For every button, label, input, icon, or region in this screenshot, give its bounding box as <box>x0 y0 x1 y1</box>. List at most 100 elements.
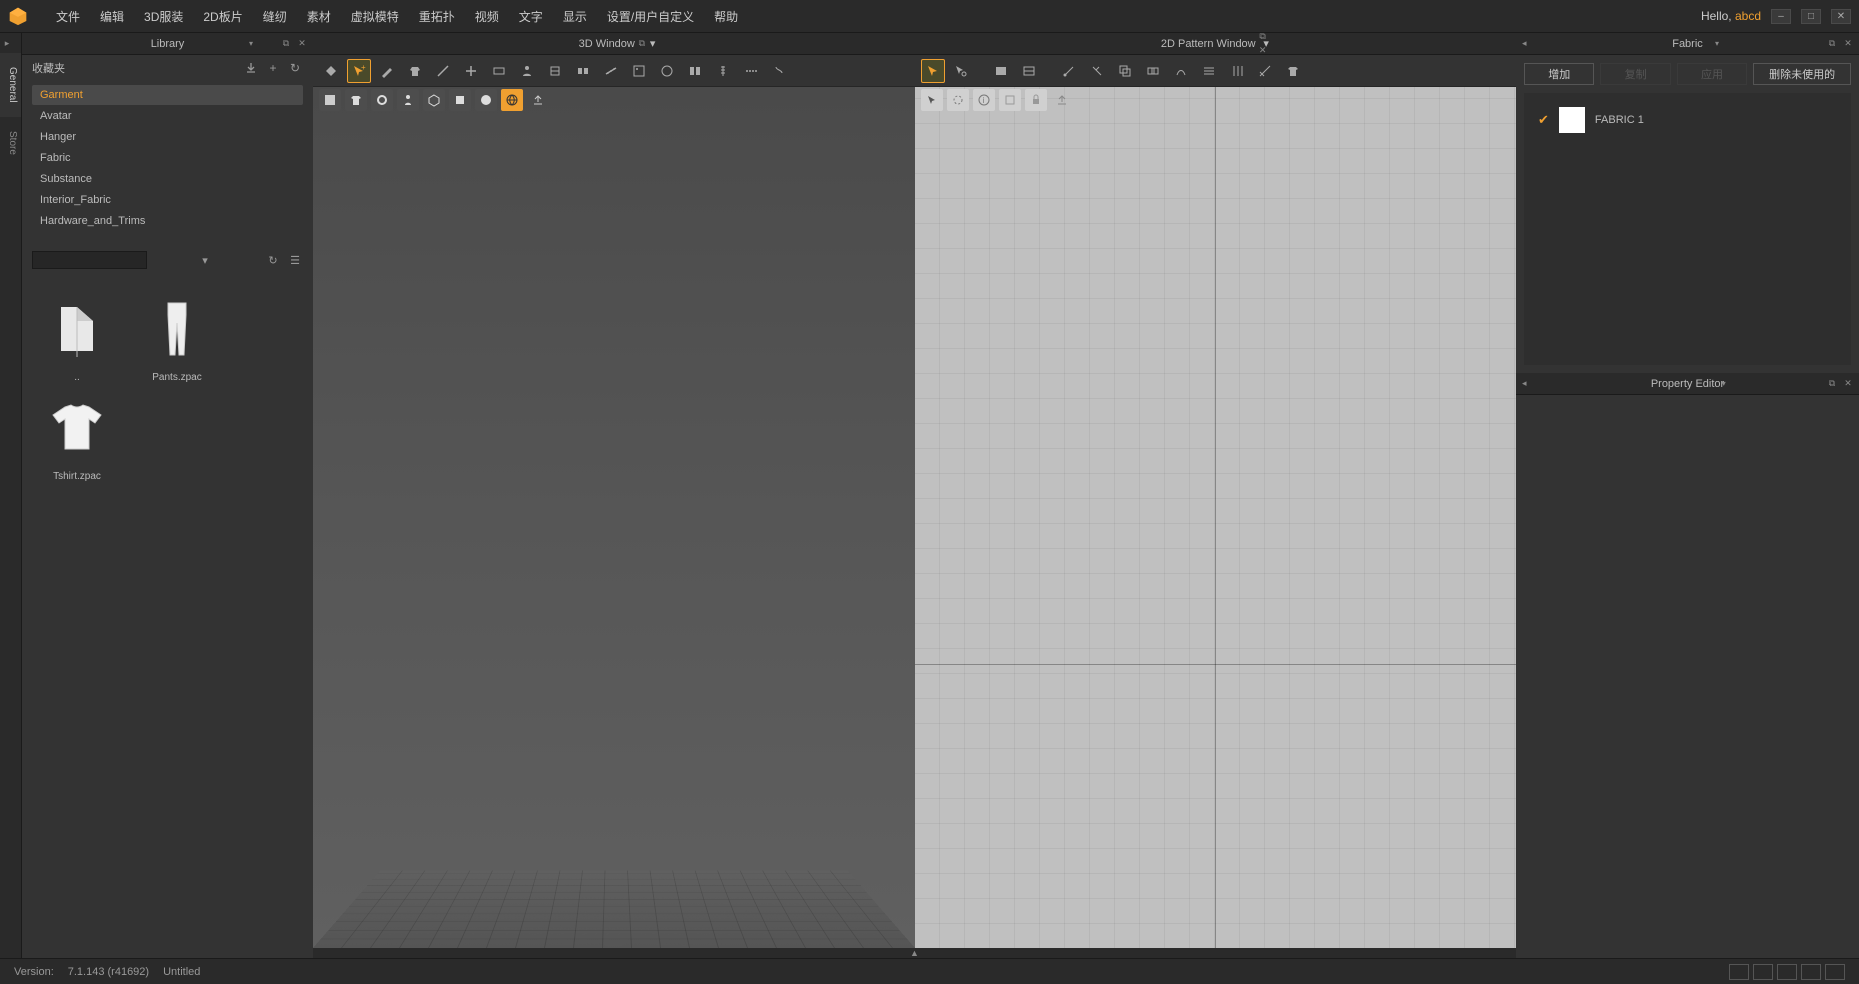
side-expand-icon[interactable]: ▸ <box>0 33 14 53</box>
menu-video[interactable]: 视频 <box>465 2 509 31</box>
edit-pattern-icon[interactable] <box>921 59 945 83</box>
layout-5-icon[interactable] <box>1825 964 1845 980</box>
edit-pin-icon[interactable] <box>375 59 399 83</box>
menu-edit[interactable]: 编辑 <box>90 2 134 31</box>
minimize-button[interactable]: ‒ <box>1771 9 1791 24</box>
fabric-swatch[interactable] <box>1559 107 1585 133</box>
fabric-add-button[interactable]: 增加 <box>1524 63 1594 85</box>
layout-4-icon[interactable] <box>1801 964 1821 980</box>
notch-icon[interactable] <box>1141 59 1165 83</box>
pattern-display-icon[interactable] <box>921 89 943 111</box>
property-dropdown-icon[interactable]: ▾ <box>1722 379 1799 388</box>
topstitch-icon[interactable] <box>739 59 763 83</box>
menu-display[interactable]: 显示 <box>553 2 597 31</box>
texture-3d-icon[interactable] <box>627 59 651 83</box>
layout-3-icon[interactable] <box>1777 964 1797 980</box>
line-tool-icon[interactable] <box>431 59 455 83</box>
surface-icon[interactable] <box>319 89 341 111</box>
2d-dropdown-icon[interactable]: ▾ <box>1263 37 1269 50</box>
info-icon[interactable]: i <box>973 89 995 111</box>
sidetab-general[interactable]: General <box>0 53 21 117</box>
list-view-icon[interactable]: ☰ <box>287 252 303 268</box>
fabric-dropdown-icon[interactable]: ▾ <box>1715 39 1799 48</box>
thumb-tshirt[interactable]: Tshirt.zpac <box>32 393 122 482</box>
fabric-item[interactable]: ✔ FABRIC 1 <box>1534 103 1841 137</box>
thumb-pants[interactable]: Pants.zpac <box>132 294 222 383</box>
menu-material[interactable]: 素材 <box>297 2 341 31</box>
arrangement-icon[interactable] <box>459 59 483 83</box>
tree-item-hanger[interactable]: Hanger <box>32 127 303 147</box>
polygon-icon[interactable] <box>1017 59 1041 83</box>
edge-sewing-icon[interactable] <box>1253 59 1277 83</box>
seam-allowance-icon[interactable] <box>1169 59 1193 83</box>
avatar-display-icon[interactable] <box>397 89 419 111</box>
close-panel-icon[interactable]: ✕ <box>295 37 309 51</box>
avatar-tool-icon[interactable] <box>515 59 539 83</box>
refresh-icon[interactable]: ↻ <box>287 60 303 76</box>
sewing-display-icon[interactable] <box>947 89 969 111</box>
menu-sewing[interactable]: 缝纫 <box>253 2 297 31</box>
menu-retopo[interactable]: 重拓扑 <box>409 2 465 31</box>
dart-icon[interactable] <box>1085 59 1109 83</box>
menu-settings[interactable]: 设置/用户自定义 <box>597 2 704 31</box>
fold-icon[interactable] <box>487 59 511 83</box>
download-icon[interactable] <box>243 60 259 76</box>
select-move-icon[interactable]: + <box>347 59 371 83</box>
sewing-2d-icon[interactable] <box>1197 59 1221 83</box>
fabric-collapse-icon[interactable]: ◂ <box>1522 38 1527 49</box>
export-2d-icon[interactable] <box>1051 89 1073 111</box>
tree-item-garment[interactable]: Garment <box>32 85 303 105</box>
grid-icon[interactable] <box>999 89 1021 111</box>
search-input[interactable] <box>32 251 147 269</box>
menu-avatar[interactable]: 虚拟模特 <box>341 2 409 31</box>
tree-item-interior-fabric[interactable]: Interior_Fabric <box>32 190 303 210</box>
zipper-icon[interactable] <box>711 59 735 83</box>
rectangle-icon[interactable] <box>989 59 1013 83</box>
thick-icon[interactable] <box>371 89 393 111</box>
username-link[interactable]: abcd <box>1735 9 1761 23</box>
tack-icon[interactable] <box>571 59 595 83</box>
menu-2d-pattern[interactable]: 2D板片 <box>193 2 252 31</box>
filter-dropdown-icon[interactable]: ▾ <box>197 252 213 268</box>
graphic-icon[interactable] <box>655 59 679 83</box>
sidetab-store[interactable]: Store <box>0 117 21 169</box>
property-collapse-icon[interactable]: ◂ <box>1522 378 1527 389</box>
3d-viewport[interactable] <box>313 87 915 948</box>
internal-line-icon[interactable] <box>1057 59 1081 83</box>
refresh-list-icon[interactable]: ↻ <box>265 252 281 268</box>
maximize-button[interactable]: □ <box>1801 9 1821 24</box>
layout-2-icon[interactable] <box>1753 964 1773 980</box>
steamer-icon[interactable] <box>767 59 791 83</box>
head-icon[interactable] <box>475 89 497 111</box>
fabric-undock-icon[interactable]: ⧉ <box>1825 37 1839 51</box>
library-dropdown-icon[interactable]: ▾ <box>249 39 253 48</box>
tree-item-avatar[interactable]: Avatar <box>32 106 303 126</box>
globe-icon[interactable] <box>501 89 523 111</box>
menu-file[interactable]: 文件 <box>46 2 90 31</box>
export-3d-icon[interactable] <box>527 89 549 111</box>
transform-pattern-icon[interactable] <box>949 59 973 83</box>
garment-display-icon[interactable] <box>345 89 367 111</box>
card-icon[interactable] <box>449 89 471 111</box>
garment-tool-icon[interactable] <box>403 59 427 83</box>
expand-panel-icon[interactable]: ▲ <box>313 948 1516 958</box>
menu-text[interactable]: 文字 <box>509 2 553 31</box>
box-icon[interactable] <box>423 89 445 111</box>
tree-item-substance[interactable]: Substance <box>32 169 303 189</box>
menu-3d-garment[interactable]: 3D服装 <box>134 2 193 31</box>
thumb-parent-folder[interactable]: .. <box>32 294 122 383</box>
lock-icon[interactable] <box>1025 89 1047 111</box>
property-close-icon[interactable]: ✕ <box>1841 377 1855 391</box>
property-undock-icon[interactable]: ⧉ <box>1825 377 1839 391</box>
sewing-3d-icon[interactable] <box>543 59 567 83</box>
trace-icon[interactable] <box>1113 59 1137 83</box>
layout-1-icon[interactable] <box>1729 964 1749 980</box>
tree-item-fabric[interactable]: Fabric <box>32 148 303 168</box>
add-icon[interactable]: + <box>265 60 281 76</box>
fabric-delete-unused-button[interactable]: 删除未使用的 <box>1753 63 1851 85</box>
undock-icon[interactable]: ⧉ <box>279 37 293 51</box>
fold-2d-icon[interactable] <box>1225 59 1249 83</box>
garment-fit-icon[interactable] <box>1281 59 1305 83</box>
measure-icon[interactable] <box>599 59 623 83</box>
close-button[interactable]: ✕ <box>1831 9 1851 24</box>
